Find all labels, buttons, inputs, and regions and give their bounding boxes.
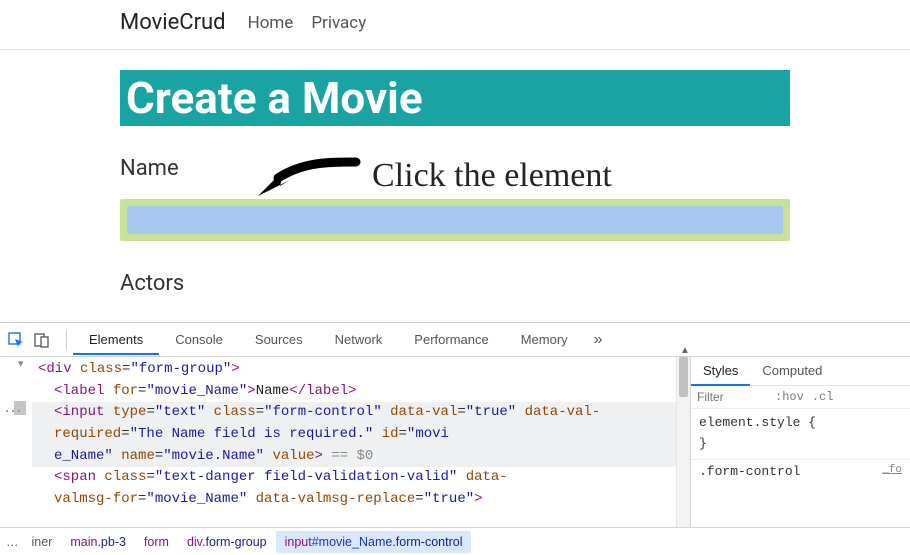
nav-link-privacy[interactable]: Privacy	[311, 13, 366, 33]
crumb-2[interactable]: form	[135, 531, 178, 553]
side-tab-computed[interactable]: Computed	[750, 357, 834, 385]
navbar: MovieCrud Home Privacy	[0, 0, 910, 50]
crumb-0[interactable]: iner	[23, 531, 62, 553]
actors-label: Actors	[120, 271, 790, 296]
content: Create a Movie Name Actors	[0, 50, 910, 296]
hov-toggle[interactable]: :hov	[775, 390, 804, 404]
style-rule-form-control[interactable]: .form-control _fo	[691, 459, 910, 483]
inspect-icon[interactable]	[8, 332, 24, 348]
dom-line-1[interactable]: <label for="movie_Name">Name</label>	[32, 381, 676, 403]
page-root: MovieCrud Home Privacy Create a Movie Na…	[0, 0, 910, 296]
crumb-3[interactable]: div.form-group	[178, 531, 276, 553]
tab-elements[interactable]: Elements	[73, 325, 159, 355]
elements-panel[interactable]: ▾ ⋯ <div class="form-group"> <label for=…	[0, 357, 676, 527]
scroll-up-icon[interactable]: ▲	[680, 345, 690, 356]
breadcrumb: … iner main.pb-3 form div.form-group inp…	[0, 527, 910, 555]
style-rule-element[interactable]: element.style {}	[691, 409, 910, 459]
device-icon[interactable]	[34, 332, 50, 348]
crumbs-overflow-icon[interactable]: …	[2, 535, 23, 549]
name-input[interactable]	[127, 206, 783, 234]
tab-console[interactable]: Console	[159, 325, 239, 354]
crumb-1[interactable]: main.pb-3	[61, 531, 135, 553]
nav-link-home[interactable]: Home	[248, 13, 294, 33]
crumb-4[interactable]: input#movie_Name.form-control	[276, 531, 472, 553]
devtools-body: ▾ ⋯ <div class="form-group"> <label for=…	[0, 357, 910, 527]
dom-line-2[interactable]: <input type="text" class="form-control" …	[32, 402, 676, 467]
elements-scrollbar[interactable]: ▲	[676, 357, 690, 527]
styles-tabs: Styles Computed	[691, 357, 910, 386]
cls-toggle[interactable]: .cl	[812, 390, 834, 404]
page-title-highlight: Create a Movie	[120, 70, 790, 126]
side-tab-styles[interactable]: Styles	[691, 357, 750, 386]
brand[interactable]: MovieCrud	[120, 10, 226, 35]
styles-filter-input[interactable]	[697, 390, 767, 404]
expand-toggle-icon[interactable]: ▾	[18, 357, 24, 371]
name-input-highlight[interactable]	[120, 199, 790, 241]
styles-pane: Styles Computed :hov .cl element.style {…	[690, 357, 910, 527]
tab-network[interactable]: Network	[319, 325, 399, 354]
page-title: Create a Movie	[120, 70, 429, 126]
tabs-overflow-icon[interactable]: »	[584, 331, 613, 349]
gutter-dots-icon[interactable]: ⋯	[0, 401, 22, 423]
devtools: Elements Console Sources Network Perform…	[0, 322, 910, 554]
dom-line-0[interactable]: <div class="form-group">	[32, 359, 676, 381]
tab-memory[interactable]: Memory	[505, 325, 584, 354]
tab-separator	[66, 330, 67, 350]
dom-line-3[interactable]: <span class="text-danger field-validatio…	[32, 467, 676, 510]
name-label: Name	[120, 156, 790, 181]
tab-sources[interactable]: Sources	[239, 325, 319, 354]
scroll-thumb[interactable]	[679, 357, 688, 397]
devtools-tabbar: Elements Console Sources Network Perform…	[0, 323, 910, 357]
tab-performance[interactable]: Performance	[398, 325, 504, 354]
styles-toolbar: :hov .cl	[691, 386, 910, 409]
